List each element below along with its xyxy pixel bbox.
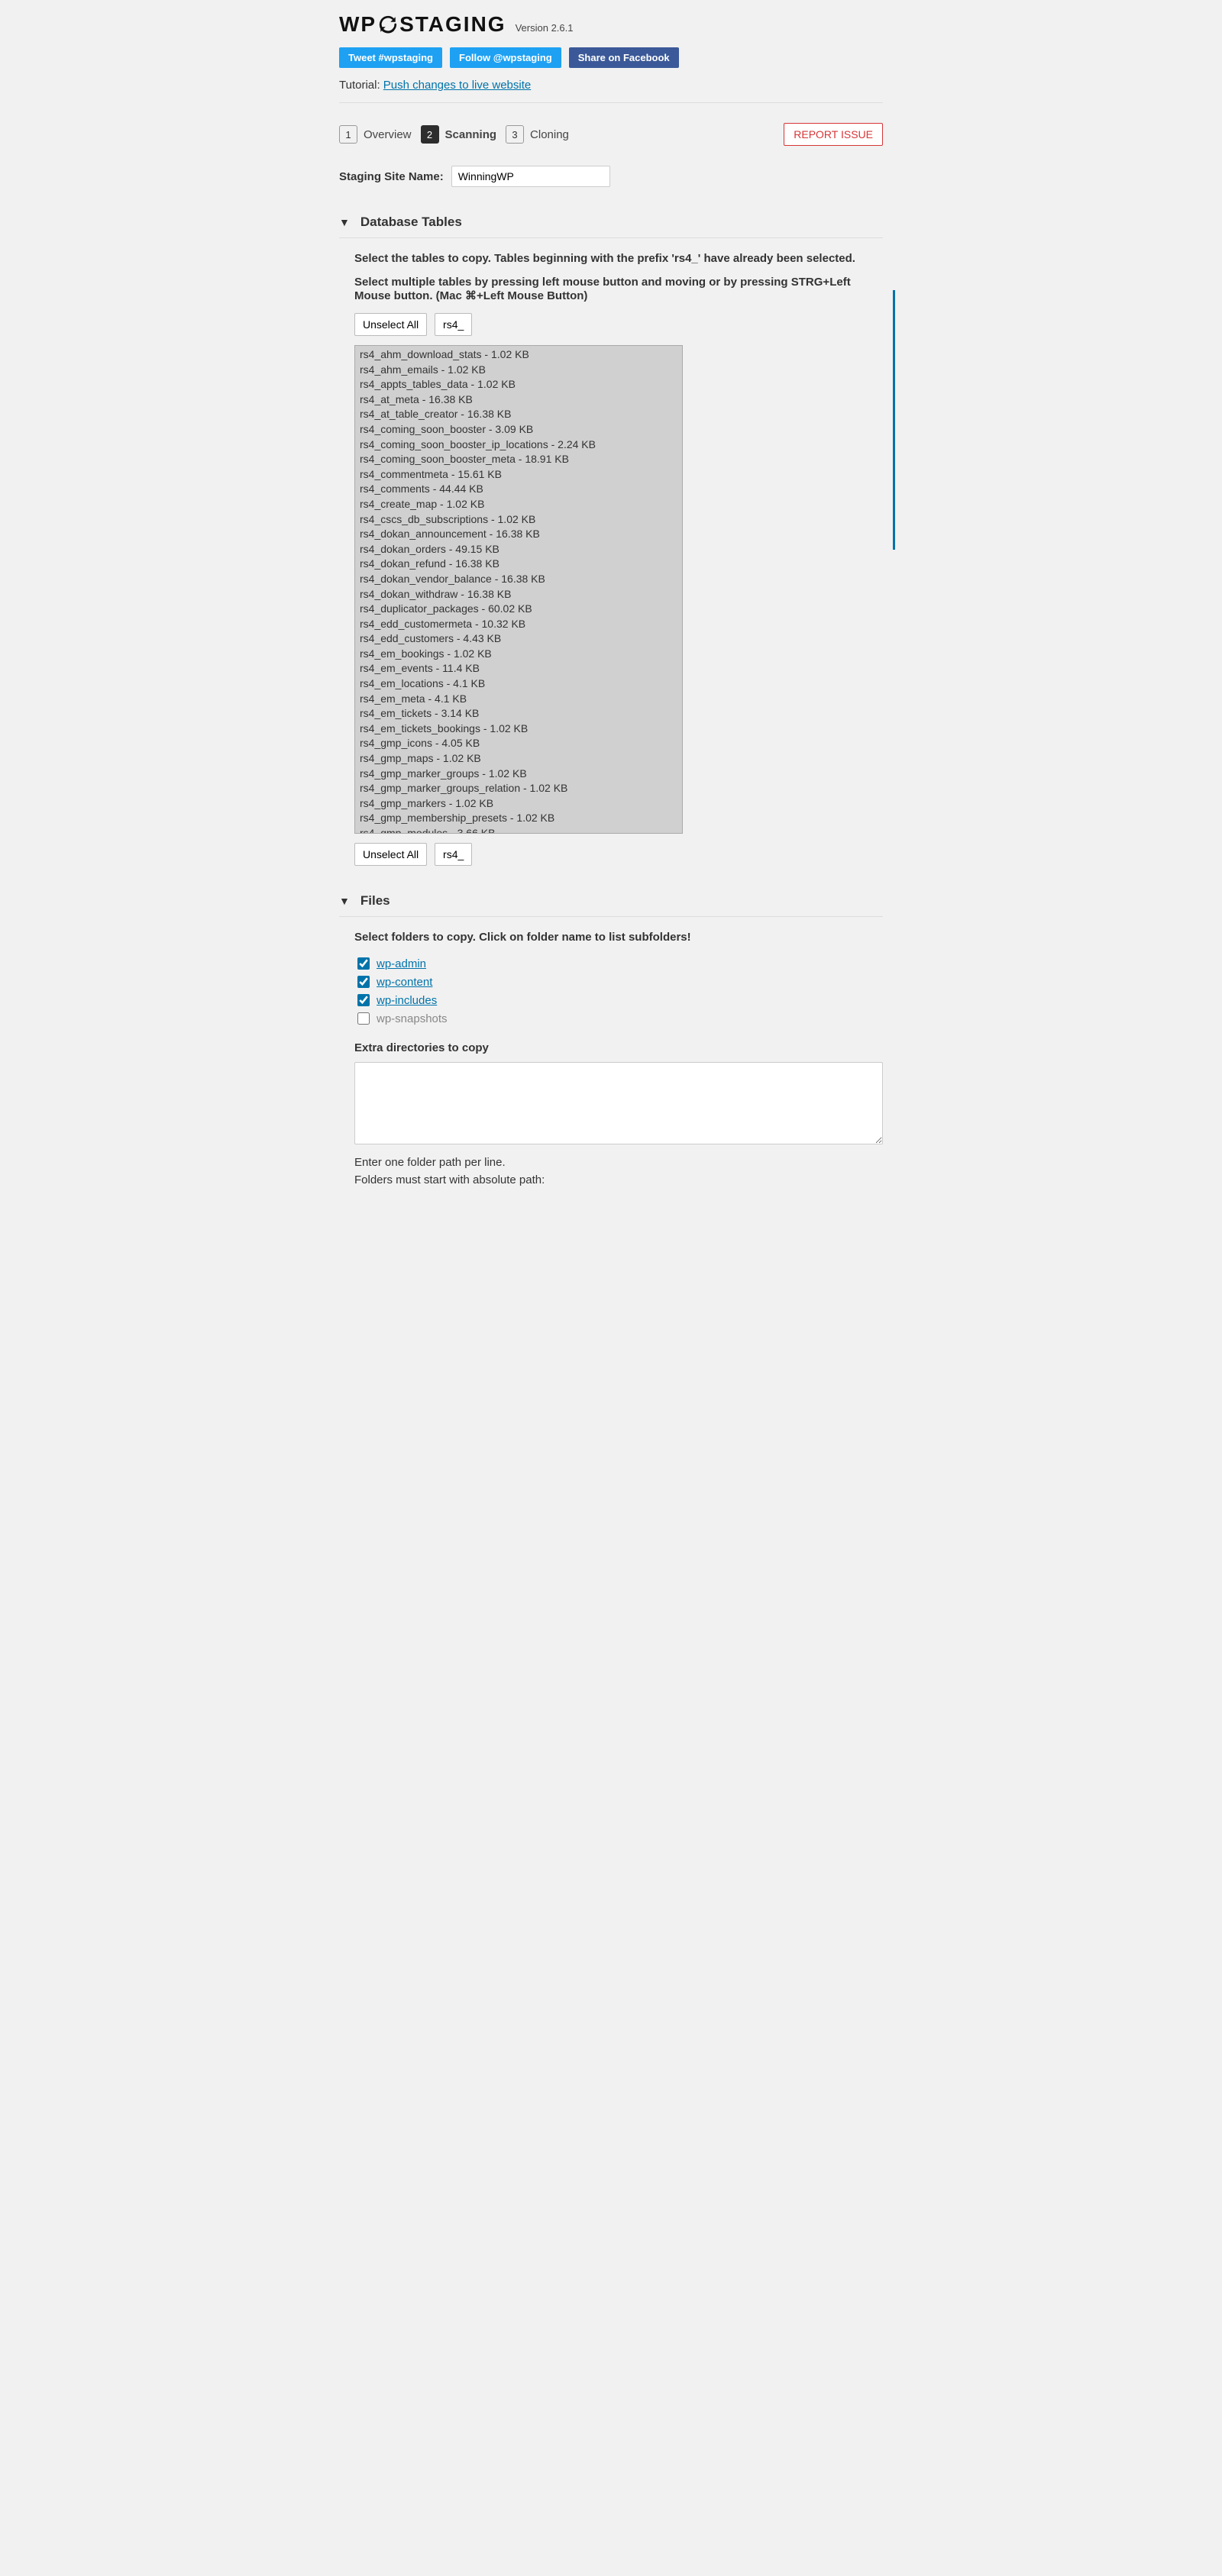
step-label: Overview <box>364 128 412 141</box>
table-row[interactable]: rs4_em_bookings - 1.02 KB <box>357 647 681 662</box>
table-row[interactable]: rs4_create_map - 1.02 KB <box>357 497 681 512</box>
folder-checkbox[interactable] <box>357 1012 370 1025</box>
logo: WP STAGING <box>339 12 506 37</box>
table-row[interactable]: rs4_gmp_marker_groups - 1.02 KB <box>357 767 681 782</box>
step-number: 2 <box>421 125 439 144</box>
step-scanning[interactable]: 2 Scanning <box>421 125 497 144</box>
tutorial-prefix: Tutorial: <box>339 79 383 92</box>
files-toggle[interactable]: ▼ Files <box>339 886 883 917</box>
table-row[interactable]: rs4_comments - 44.44 KB <box>357 482 681 497</box>
table-row[interactable]: rs4_ahm_download_stats - 1.02 KB <box>357 347 681 363</box>
refresh-icon <box>378 15 398 34</box>
table-row[interactable]: rs4_dokan_refund - 16.38 KB <box>357 557 681 572</box>
table-row[interactable]: rs4_dokan_orders - 49.15 KB <box>357 542 681 557</box>
logo-text-right: STAGING <box>399 12 506 37</box>
site-name-label: Staging Site Name: <box>339 170 444 183</box>
report-issue-button[interactable]: REPORT ISSUE <box>784 123 883 146</box>
folder-label: wp-snapshots <box>377 1012 448 1025</box>
chevron-down-icon: ▼ <box>339 895 350 907</box>
step-number: 3 <box>506 125 524 144</box>
table-row[interactable]: rs4_commentmeta - 15.61 KB <box>357 467 681 483</box>
extra-dirs-label: Extra directories to copy <box>354 1041 883 1054</box>
table-row[interactable]: rs4_em_locations - 4.1 KB <box>357 676 681 692</box>
tables-listbox[interactable]: rs4_ahm_download_stats - 1.02 KBrs4_ahm_… <box>354 345 683 834</box>
table-row[interactable]: rs4_gmp_marker_groups_relation - 1.02 KB <box>357 781 681 796</box>
follow-button[interactable]: Follow @wpstaging <box>450 47 561 68</box>
table-row[interactable]: rs4_dokan_withdraw - 16.38 KB <box>357 587 681 602</box>
folder-link[interactable]: wp-content <box>377 976 432 989</box>
unselect-all-button[interactable]: Unselect All <box>354 313 427 336</box>
table-row[interactable]: rs4_ahm_emails - 1.02 KB <box>357 363 681 378</box>
step-cloning[interactable]: 3 Cloning <box>506 125 569 144</box>
step-overview[interactable]: 1 Overview <box>339 125 412 144</box>
table-row[interactable]: rs4_cscs_db_subscriptions - 1.02 KB <box>357 512 681 528</box>
folder-row: wp-snapshots <box>354 1009 883 1028</box>
table-row[interactable]: rs4_gmp_markers - 1.02 KB <box>357 796 681 812</box>
table-row[interactable]: rs4_edd_customermeta - 10.32 KB <box>357 617 681 632</box>
folders-list: wp-admin wp-content wp-includes wp-snapshot… <box>354 954 883 1028</box>
step-label: Scanning <box>445 128 497 141</box>
table-row[interactable]: rs4_gmp_modules - 3.66 KB <box>357 826 681 834</box>
table-row[interactable]: rs4_gmp_icons - 4.05 KB <box>357 736 681 751</box>
hint-line-2: Folders must start with absolute path: <box>354 1172 883 1190</box>
table-row[interactable]: rs4_edd_customers - 4.43 KB <box>357 631 681 647</box>
facebook-share-button[interactable]: Share on Facebook <box>569 47 679 68</box>
table-row[interactable]: rs4_coming_soon_booster_meta - 18.91 KB <box>357 452 681 467</box>
step-number: 1 <box>339 125 357 144</box>
chevron-down-icon: ▼ <box>339 216 350 228</box>
table-row[interactable]: rs4_at_meta - 16.38 KB <box>357 392 681 408</box>
table-row[interactable]: rs4_appts_tables_data - 1.02 KB <box>357 377 681 392</box>
table-row[interactable]: rs4_at_table_creator - 16.38 KB <box>357 407 681 422</box>
folder-row: wp-content <box>354 973 883 991</box>
tweet-button[interactable]: Tweet #wpstaging <box>339 47 442 68</box>
hint-line-1: Enter one folder path per line. <box>354 1154 883 1172</box>
table-row[interactable]: rs4_em_tickets - 3.14 KB <box>357 706 681 721</box>
prefix-filter-button[interactable]: rs4_ <box>435 313 472 336</box>
table-row[interactable]: rs4_em_tickets_bookings - 1.02 KB <box>357 721 681 737</box>
table-row[interactable]: rs4_coming_soon_booster - 3.09 KB <box>357 422 681 437</box>
table-row[interactable]: rs4_coming_soon_booster_ip_locations - 2… <box>357 437 681 453</box>
table-row[interactable]: rs4_em_meta - 4.1 KB <box>357 692 681 707</box>
db-help-1: Select the tables to copy. Tables beginn… <box>354 252 883 265</box>
site-name-input[interactable] <box>451 166 610 187</box>
table-row[interactable]: rs4_dokan_announcement - 16.38 KB <box>357 527 681 542</box>
folder-row: wp-includes <box>354 991 883 1009</box>
table-row[interactable]: rs4_duplicator_packages - 60.02 KB <box>357 602 681 617</box>
step-label: Cloning <box>530 128 569 141</box>
folder-row: wp-admin <box>354 954 883 973</box>
table-row[interactable]: rs4_gmp_membership_presets - 1.02 KB <box>357 811 681 826</box>
prefix-filter-button[interactable]: rs4_ <box>435 843 472 866</box>
logo-text-left: WP <box>339 12 377 37</box>
unselect-all-button[interactable]: Unselect All <box>354 843 427 866</box>
table-row[interactable]: rs4_em_events - 11.4 KB <box>357 661 681 676</box>
folder-link[interactable]: wp-admin <box>377 957 426 970</box>
files-help: Select folders to copy. Click on folder … <box>354 931 883 944</box>
folder-link[interactable]: wp-includes <box>377 994 437 1007</box>
table-row[interactable]: rs4_dokan_vendor_balance - 16.38 KB <box>357 572 681 587</box>
db-help-2: Select multiple tables by pressing left … <box>354 276 883 302</box>
section-title: Database Tables <box>360 215 462 230</box>
tutorial-line: Tutorial: Push changes to live website <box>339 79 883 92</box>
folder-checkbox[interactable] <box>357 976 370 988</box>
database-tables-toggle[interactable]: ▼ Database Tables <box>339 207 883 238</box>
table-row[interactable]: rs4_gmp_maps - 1.02 KB <box>357 751 681 767</box>
version-text: Version 2.6.1 <box>516 22 574 37</box>
extra-dirs-textarea[interactable] <box>354 1062 883 1144</box>
folder-checkbox[interactable] <box>357 957 370 970</box>
folder-checkbox[interactable] <box>357 994 370 1006</box>
section-title: Files <box>360 893 390 909</box>
tutorial-link[interactable]: Push changes to live website <box>383 79 531 92</box>
